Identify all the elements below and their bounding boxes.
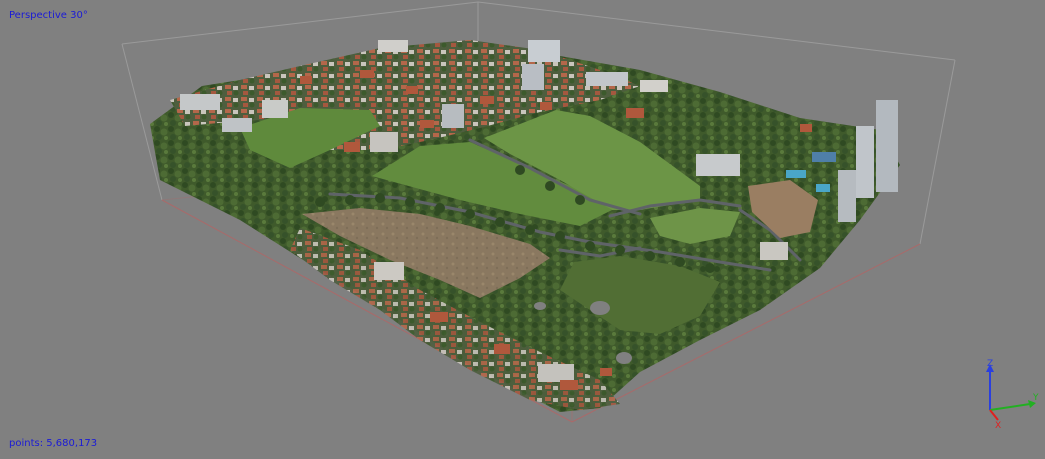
view-mode-label: Perspective 30° — [9, 10, 88, 21]
y-axis — [989, 403, 1031, 411]
x-axis — [989, 409, 999, 421]
z-axis-label: Z — [987, 359, 993, 369]
3d-viewport[interactable]: Z Y X Perspective 30° points: 5,680,173 — [0, 0, 1045, 459]
orientation-gizmo: Z Y X — [986, 359, 1039, 431]
x-axis-label: X — [995, 421, 1001, 431]
y-axis-label: Y — [1032, 393, 1039, 403]
point-count-label: points: 5,680,173 — [9, 438, 98, 449]
